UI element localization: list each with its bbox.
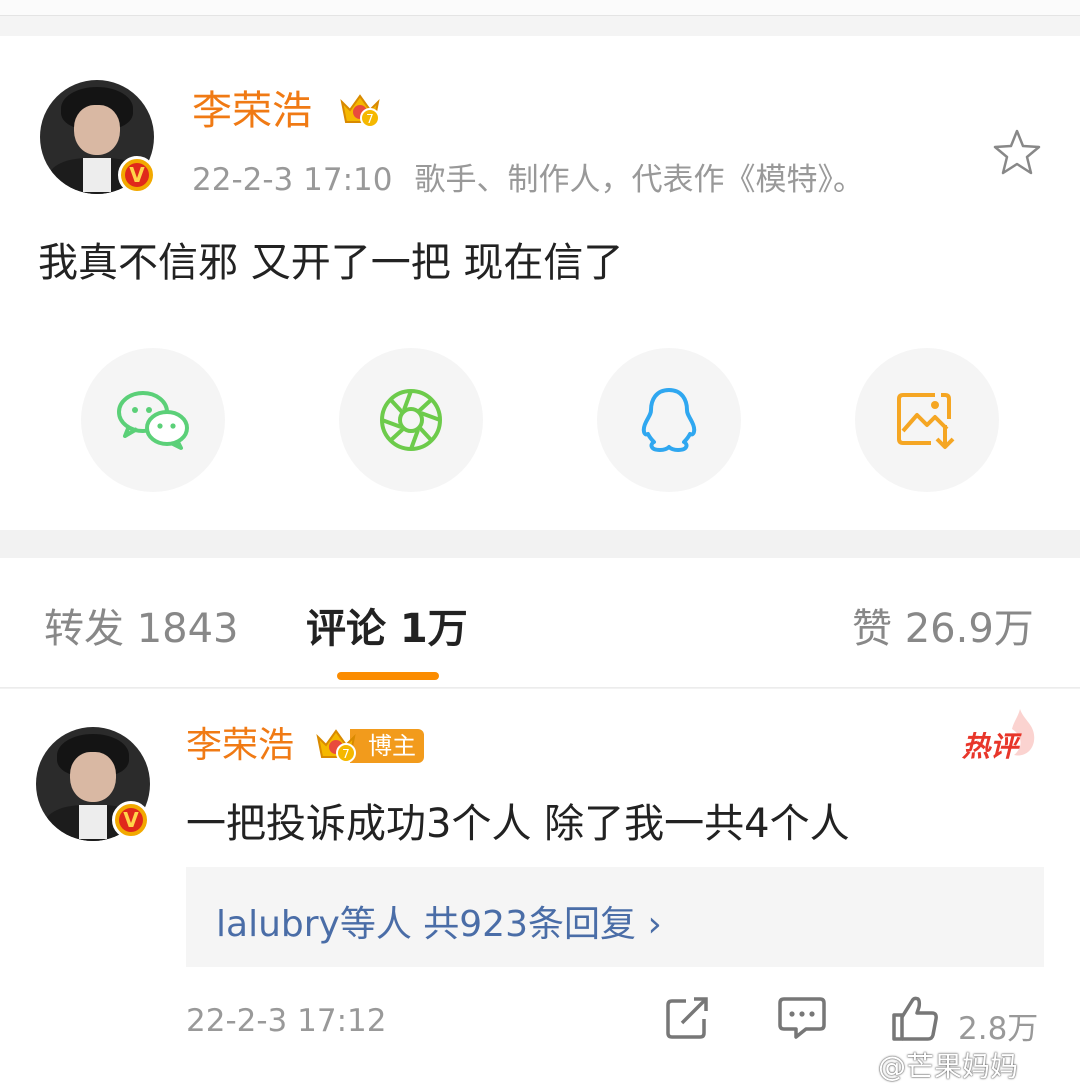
save-image-icon <box>897 393 955 449</box>
previous-card-edge <box>0 0 1080 16</box>
blogger-badge: 博主 <box>350 729 424 763</box>
share-qq-button[interactable] <box>597 348 741 492</box>
hot-comment-label: 热评 <box>962 730 1019 763</box>
post-meta: 22-2-3 17:10 歌手、制作人，代表作《模特》。 <box>192 154 864 199</box>
weibo-watermark: @芒果妈妈 <box>878 1050 1019 1083</box>
comment-text: 一把投诉成功3个人 除了我一共4个人 <box>186 801 850 847</box>
tab-likes[interactable]: 赞 26.9万 <box>852 596 1034 654</box>
comment-item: V 李荣浩 博主 7 热评 一把投诉成功3个人 除了我一共4个人 lalubry… <box>0 689 1080 1088</box>
replies-link[interactable]: lalubry等人 共923条回复 › <box>216 895 662 947</box>
crown-icon: 7 <box>316 729 356 763</box>
replies-box[interactable]: lalubry等人 共923条回复 › <box>186 867 1044 967</box>
save-image-button[interactable] <box>855 348 999 492</box>
qq-icon <box>641 388 697 452</box>
post-card: V 李荣浩 7 22-2-3 17:10 歌手、制作人，代表作《模特》。 我真不信… <box>0 36 1080 530</box>
favorite-star-icon[interactable] <box>990 126 1044 180</box>
tab-comments[interactable]: 评论 1万 <box>306 596 468 654</box>
verified-badge: V <box>118 156 156 194</box>
repost-icon[interactable] <box>664 995 712 1041</box>
svg-text:7: 7 <box>366 112 374 126</box>
crown-icon: 7 <box>340 94 380 128</box>
moments-icon <box>380 389 442 451</box>
wechat-icon <box>117 391 189 450</box>
post-text: 我真不信邪 又开了一把 现在信了 <box>38 240 624 286</box>
post-time: 22-2-3 17:10 <box>192 162 393 198</box>
svg-text:7: 7 <box>342 747 350 761</box>
tab-bar: 转发 1843 评论 1万 赞 26.9万 <box>0 558 1080 688</box>
share-moments-button[interactable] <box>339 348 483 492</box>
like-thumb-icon[interactable] <box>890 995 940 1043</box>
post-author-name[interactable]: 李荣浩 <box>192 88 312 134</box>
active-tab-indicator <box>337 672 439 680</box>
comment-author-name[interactable]: 李荣浩 <box>186 723 294 769</box>
reply-comment-icon[interactable] <box>778 995 826 1041</box>
verified-badge: V <box>112 801 150 839</box>
like-count: 2.8万 <box>958 1011 1039 1047</box>
author-bio: 歌手、制作人，代表作《模特》。 <box>414 162 864 198</box>
comment-time: 22-2-3 17:12 <box>186 1003 387 1039</box>
top-strip <box>0 0 1080 36</box>
share-wechat-button[interactable] <box>81 348 225 492</box>
section-gap <box>0 530 1080 558</box>
tab-repost[interactable]: 转发 1843 <box>44 596 239 654</box>
